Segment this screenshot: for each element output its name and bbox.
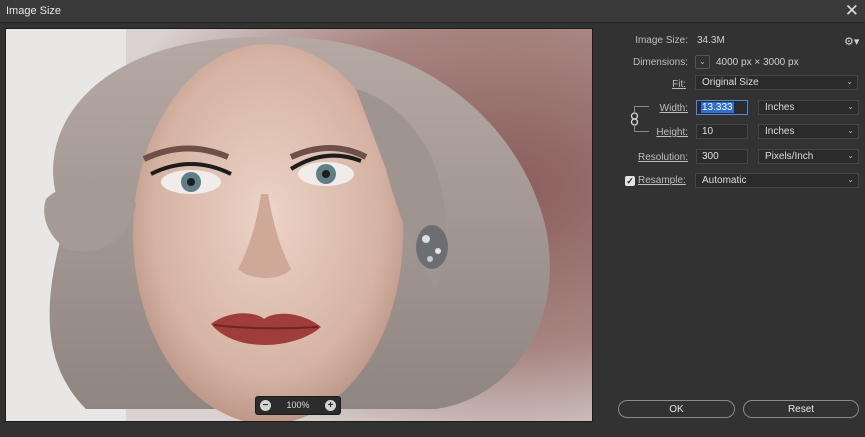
link-icon[interactable] bbox=[630, 112, 639, 126]
resolution-value: 300 bbox=[702, 151, 719, 162]
chevron-down-icon: ⌄ bbox=[846, 77, 853, 86]
chevron-down-icon: ⌄ bbox=[847, 175, 854, 184]
fit-dropdown[interactable]: Original Size ⌄ bbox=[695, 75, 858, 90]
settings-panel: Image Size: 34.3M ⚙▾ Dimensions: ⌄ 4000 … bbox=[600, 22, 865, 437]
zoom-out-button[interactable]: − bbox=[260, 400, 271, 411]
width-label: Width: bbox=[659, 103, 688, 114]
width-value: 13.333 bbox=[701, 102, 734, 113]
chevron-down-icon[interactable]: ⌄ bbox=[695, 55, 710, 69]
fit-label: Fit: bbox=[672, 79, 686, 90]
dimensions-label: Dimensions: bbox=[632, 57, 688, 68]
height-value: 10 bbox=[702, 126, 714, 137]
chevron-down-icon: ⌄ bbox=[847, 102, 854, 111]
resolution-unit: Pixels/Inch bbox=[765, 151, 814, 162]
resolution-input[interactable]: 300 bbox=[696, 149, 748, 164]
reset-button[interactable]: Reset bbox=[743, 400, 859, 418]
image-size-value: 34.3M bbox=[697, 35, 725, 46]
resolution-label: Resolution: bbox=[637, 152, 688, 163]
height-input[interactable]: 10 bbox=[696, 124, 748, 139]
image-size-label: Image Size: bbox=[635, 35, 688, 46]
image-preview[interactable] bbox=[5, 28, 593, 422]
fit-value: Original Size bbox=[702, 77, 759, 88]
width-input[interactable]: 13.333 bbox=[696, 100, 748, 115]
resample-label: Resample: bbox=[638, 175, 686, 186]
window-title: Image Size bbox=[6, 5, 62, 17]
dimensions-value: 4000 px × 3000 px bbox=[716, 57, 799, 68]
zoom-level: 100% bbox=[286, 400, 310, 410]
chevron-down-icon: ⌄ bbox=[847, 126, 854, 135]
zoom-in-button[interactable]: + bbox=[325, 400, 336, 411]
resolution-unit-dropdown[interactable]: Pixels/Inch ⌄ bbox=[758, 149, 859, 164]
resample-dropdown[interactable]: Automatic ⌄ bbox=[695, 173, 859, 188]
close-icon[interactable]: ✕ bbox=[845, 1, 859, 21]
height-label: Height: bbox=[656, 127, 688, 138]
resample-checkbox[interactable]: ✓ bbox=[625, 176, 635, 186]
chevron-down-icon: ⌄ bbox=[847, 151, 854, 160]
height-unit-dropdown[interactable]: Inches ⌄ bbox=[758, 124, 859, 139]
width-unit: Inches bbox=[765, 102, 795, 113]
gear-icon[interactable]: ⚙▾ bbox=[844, 35, 859, 48]
portrait-photo bbox=[6, 29, 592, 421]
zoom-control: − 100% + bbox=[255, 396, 341, 415]
resample-value: Automatic bbox=[702, 175, 747, 186]
height-unit: Inches bbox=[765, 126, 795, 137]
ok-button[interactable]: OK bbox=[618, 400, 735, 418]
width-unit-dropdown[interactable]: Inches ⌄ bbox=[758, 100, 859, 115]
title-bar: Image Size ✕ bbox=[0, 0, 865, 23]
